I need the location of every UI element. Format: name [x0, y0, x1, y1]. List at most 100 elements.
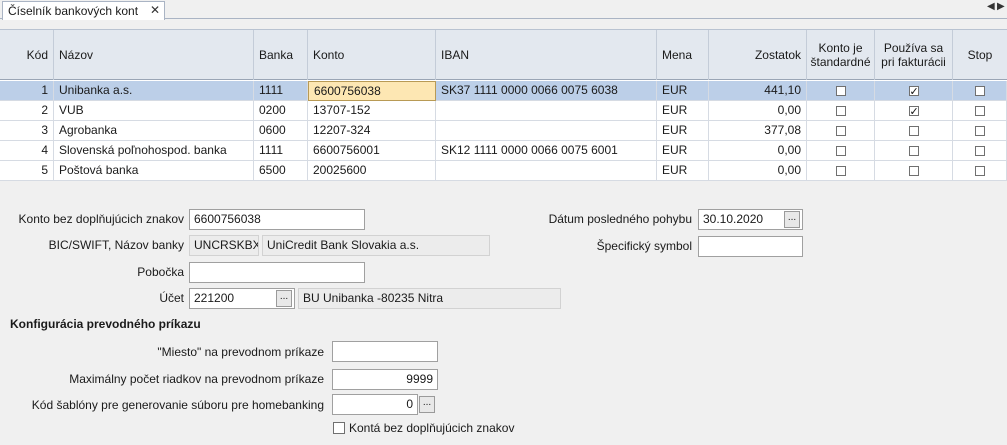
cell-stop[interactable] — [953, 81, 1007, 101]
cell-stop[interactable] — [953, 141, 1007, 161]
cell-mena[interactable]: EUR — [657, 121, 709, 141]
cell-iban[interactable] — [436, 101, 657, 121]
cell-stop[interactable] — [953, 121, 1007, 141]
cell-konto[interactable]: 6600756038 — [308, 81, 436, 101]
col-header-fakturacia[interactable]: Používa sa pri fakturácii — [875, 30, 953, 80]
bank-accounts-grid[interactable]: Kód Názov Banka Konto IBAN Mena Zostatok… — [0, 29, 1007, 181]
col-header-stop[interactable]: Stop — [953, 30, 1007, 80]
cell-nazov[interactable]: Slovenská poľnohospod. banka — [54, 141, 254, 161]
cell-fakt[interactable] — [875, 81, 953, 101]
cell-nazov[interactable]: Agrobanka — [54, 121, 254, 141]
stop-checkbox[interactable] — [974, 126, 985, 136]
cell-mena[interactable]: EUR — [657, 101, 709, 121]
cell-zostatok[interactable]: 0,00 — [709, 101, 807, 121]
cell-nazov[interactable]: Unibanka a.s. — [54, 81, 254, 101]
cell-mena[interactable]: EUR — [657, 81, 709, 101]
cell-kod[interactable]: 1 — [0, 81, 54, 101]
fakt-checkbox[interactable] — [908, 103, 919, 121]
table-row[interactable]: 3 Agrobanka 0600 12207-324 EUR 377,08 — [0, 121, 1007, 141]
miesto-label: "Miesto" na prevodnom príkaze — [157, 345, 324, 359]
cell-konto[interactable]: 20025600 — [308, 161, 436, 181]
cell-iban[interactable] — [436, 121, 657, 141]
chevron-left-icon[interactable]: ◀ — [987, 1, 995, 12]
pobocka-field[interactable] — [189, 262, 365, 283]
cell-mena[interactable]: EUR — [657, 141, 709, 161]
bank-name-field: UniCredit Bank Slovakia a.s. — [262, 235, 490, 256]
table-row[interactable]: 4 Slovenská poľnohospod. banka 1111 6600756… — [0, 141, 1007, 161]
cell-iban[interactable] — [436, 161, 657, 181]
cell-fakt[interactable] — [875, 121, 953, 141]
col-header-banka[interactable]: Banka — [254, 30, 308, 80]
stop-checkbox[interactable] — [974, 166, 985, 176]
tab-title: Číselník bankových kont — [8, 4, 139, 18]
cell-konto[interactable]: 12207-324 — [308, 121, 436, 141]
cell-banka[interactable]: 6500 — [254, 161, 308, 181]
cell-banka[interactable]: 1111 — [254, 141, 308, 161]
sablona-browse-button[interactable]: ... — [419, 396, 435, 413]
cell-stop[interactable] — [953, 101, 1007, 121]
standard-checkbox[interactable] — [835, 106, 846, 116]
sablona-field[interactable]: 0 — [332, 394, 418, 415]
standard-checkbox[interactable] — [835, 146, 846, 156]
cell-banka[interactable]: 0200 — [254, 101, 308, 121]
fakt-checkbox[interactable] — [908, 83, 919, 101]
table-row[interactable]: 5 Poštová banka 6500 20025600 EUR 0,00 — [0, 161, 1007, 181]
ucet-label: Účet — [159, 291, 184, 305]
col-header-kod[interactable]: Kód — [0, 30, 54, 80]
fakt-checkbox[interactable] — [908, 166, 919, 176]
cell-banka[interactable]: 1111 — [254, 81, 308, 101]
cell-standard[interactable] — [807, 101, 875, 121]
cell-standard[interactable] — [807, 81, 875, 101]
cell-stop[interactable] — [953, 161, 1007, 181]
specificky-symbol-field[interactable] — [698, 236, 803, 257]
col-header-zostatok[interactable]: Zostatok — [709, 30, 807, 80]
cell-konto[interactable]: 6600756001 — [308, 141, 436, 161]
standard-checkbox[interactable] — [835, 86, 846, 96]
cell-kod[interactable]: 2 — [0, 101, 54, 121]
col-header-standard[interactable]: Konto je štandardné — [807, 30, 875, 80]
cell-zostatok[interactable]: 441,10 — [709, 81, 807, 101]
tab-ciselnik-bankovych-kont[interactable]: Číselník bankových kont ✕ — [2, 1, 165, 20]
datum-picker-button[interactable]: ... — [784, 211, 800, 228]
cell-kod[interactable]: 3 — [0, 121, 54, 141]
close-icon[interactable]: ✕ — [150, 3, 160, 17]
ucet-browse-button[interactable]: ... — [276, 290, 292, 307]
cell-fakt[interactable] — [875, 141, 953, 161]
standard-checkbox[interactable] — [835, 166, 846, 176]
fakt-checkbox[interactable] — [908, 126, 919, 136]
cell-standard[interactable] — [807, 161, 875, 181]
cell-fakt[interactable] — [875, 101, 953, 121]
stop-checkbox[interactable] — [974, 106, 985, 116]
stop-checkbox[interactable] — [974, 86, 985, 96]
cell-kod[interactable]: 4 — [0, 141, 54, 161]
cell-fakt[interactable] — [875, 161, 953, 181]
cell-iban[interactable]: SK37 1111 0000 0066 0075 6038 — [436, 81, 657, 101]
cell-zostatok[interactable]: 377,08 — [709, 121, 807, 141]
col-header-iban[interactable]: IBAN — [436, 30, 657, 80]
cell-iban[interactable]: SK12 1111 0000 0066 0075 6001 — [436, 141, 657, 161]
cell-banka[interactable]: 0600 — [254, 121, 308, 141]
cell-zostatok[interactable]: 0,00 — [709, 141, 807, 161]
cell-standard[interactable] — [807, 141, 875, 161]
miesto-field[interactable] — [332, 341, 438, 362]
col-header-mena[interactable]: Mena — [657, 30, 709, 80]
chevron-right-icon[interactable]: ▶ — [997, 1, 1005, 12]
cell-mena[interactable]: EUR — [657, 161, 709, 181]
cell-konto[interactable]: 13707-152 — [308, 101, 436, 121]
cell-zostatok[interactable]: 0,00 — [709, 161, 807, 181]
konta-bez-znakov-checkbox[interactable] — [333, 422, 345, 434]
col-header-nazov[interactable]: Názov — [54, 30, 254, 80]
cell-nazov[interactable]: VUB — [54, 101, 254, 121]
standard-checkbox[interactable] — [835, 126, 846, 136]
col-header-konto[interactable]: Konto — [308, 30, 436, 80]
table-row[interactable]: 1 Unibanka a.s. 1111 6600756038 SK37 1111 00… — [0, 81, 1007, 101]
table-row[interactable]: 2 VUB 0200 13707-152 EUR 0,00 — [0, 101, 1007, 121]
fakt-checkbox[interactable] — [908, 146, 919, 156]
konto-field[interactable]: 6600756038 — [189, 209, 365, 230]
cell-nazov[interactable]: Poštová banka — [54, 161, 254, 181]
stop-checkbox[interactable] — [974, 146, 985, 156]
cell-standard[interactable] — [807, 121, 875, 141]
max-rows-field[interactable]: 9999 — [332, 369, 438, 390]
cell-kod[interactable]: 5 — [0, 161, 54, 181]
col-header-standard-line2: štandardné — [810, 55, 871, 69]
